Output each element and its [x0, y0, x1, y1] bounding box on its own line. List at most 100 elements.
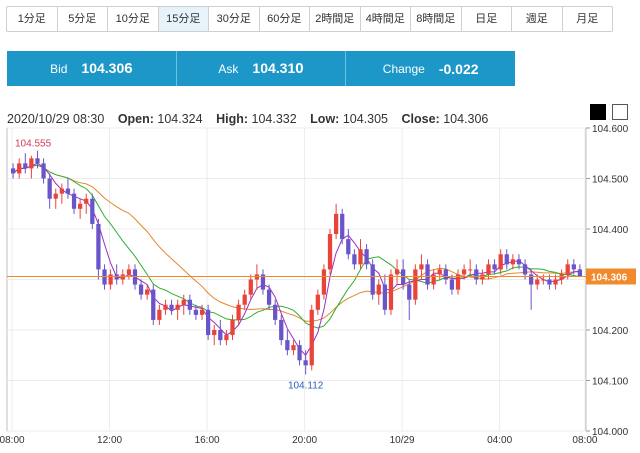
candle-body [468, 269, 473, 271]
candle-body [522, 264, 528, 275]
candle-body [47, 178, 52, 199]
candle-body [254, 274, 260, 280]
candle-body [10, 168, 16, 174]
candle-body [443, 269, 448, 280]
candle-body [273, 304, 278, 320]
candle-body [120, 274, 125, 280]
candle-body [461, 269, 467, 275]
candle-body [102, 269, 107, 285]
candle-body [35, 158, 40, 164]
candle-body [53, 193, 58, 199]
high-value-label: 104.555 [15, 139, 52, 150]
candle-body [205, 309, 211, 336]
candle-body [510, 259, 515, 265]
candle-body [23, 163, 28, 169]
candle-body [419, 264, 424, 270]
candle-body [340, 213, 345, 240]
candle-body [96, 223, 101, 270]
candle-body [346, 239, 351, 255]
candle-body [401, 269, 406, 285]
candle-body [516, 259, 522, 265]
candle-body [486, 264, 491, 275]
candle-body [559, 274, 564, 280]
candle-body [126, 269, 132, 275]
candle-body [327, 234, 333, 270]
candle-body [394, 269, 400, 275]
candle-body [333, 213, 339, 235]
candle-body [163, 304, 168, 310]
candle-body [474, 269, 479, 280]
candle-body [535, 279, 540, 285]
y-tick-label: 104.100 [592, 377, 629, 388]
candle-body [565, 264, 570, 275]
candle-body [17, 163, 22, 174]
y-tick-label: 104.200 [592, 326, 629, 337]
candle-body [577, 269, 583, 277]
x-tick-label: 04:00 [487, 435, 512, 446]
candle-body [291, 345, 296, 351]
candle-body [529, 274, 534, 285]
low-value-label: 104.112 [288, 380, 324, 391]
candle-body [541, 279, 546, 281]
candle-body [315, 294, 320, 310]
price-chart[interactable]: 104.600104.500104.400104.300104.200104.1… [0, 0, 640, 453]
candle-body [236, 304, 241, 320]
x-tick-label: 12:00 [97, 435, 122, 446]
x-tick-label: 08:00 [0, 435, 25, 446]
candle-body [224, 335, 229, 341]
candle-body [175, 304, 180, 310]
candle-body [297, 345, 302, 361]
candle-body [547, 279, 552, 285]
candle-body [352, 254, 357, 265]
candle-body [498, 254, 503, 270]
x-tick-label: 08:00 [572, 435, 597, 446]
candle-body [321, 269, 327, 295]
candle-body [553, 279, 558, 285]
candle-body [266, 289, 272, 305]
candle-body [59, 188, 64, 194]
candle-body [181, 299, 186, 305]
candle-body [407, 284, 412, 300]
candle-body [41, 163, 46, 179]
candle-body [388, 274, 394, 310]
candle-body [364, 249, 369, 265]
candle-body [309, 309, 314, 366]
candle-body [90, 198, 95, 224]
candle-body [504, 254, 509, 265]
candle-body [242, 294, 247, 305]
candle-body [303, 360, 308, 366]
y-tick-label: 104.400 [592, 225, 629, 236]
candle-body [376, 284, 381, 295]
candle-body [425, 264, 430, 285]
candle-body [157, 309, 162, 320]
candle-body [382, 284, 388, 310]
candle-body [151, 289, 156, 320]
candle-body [132, 269, 138, 285]
y-tick-label: 104.600 [592, 124, 629, 135]
candle-body [492, 264, 497, 270]
candle-body [29, 158, 34, 169]
current-price-label: 104.306 [591, 272, 628, 283]
candle-body [358, 249, 363, 265]
candle-body [84, 198, 89, 204]
candle-body [571, 264, 576, 270]
candle-body [138, 284, 144, 295]
x-tick-label: 10/29 [390, 435, 415, 446]
candle-body [218, 330, 223, 341]
candle-body [248, 279, 253, 295]
candle-body [285, 340, 290, 351]
candle-body [370, 264, 375, 295]
candle-body [108, 274, 113, 285]
candle-body [480, 274, 485, 280]
candle-body [431, 274, 436, 285]
candle-body [449, 279, 455, 290]
candle-body [437, 269, 442, 275]
x-tick-label: 20:00 [292, 435, 317, 446]
candle-body [193, 309, 199, 315]
x-tick-label: 16:00 [195, 435, 220, 446]
candle-body [279, 319, 284, 341]
candle-body [199, 309, 205, 315]
candle-body [413, 269, 418, 300]
y-tick-label: 104.500 [592, 175, 629, 186]
candle-body [114, 274, 119, 280]
